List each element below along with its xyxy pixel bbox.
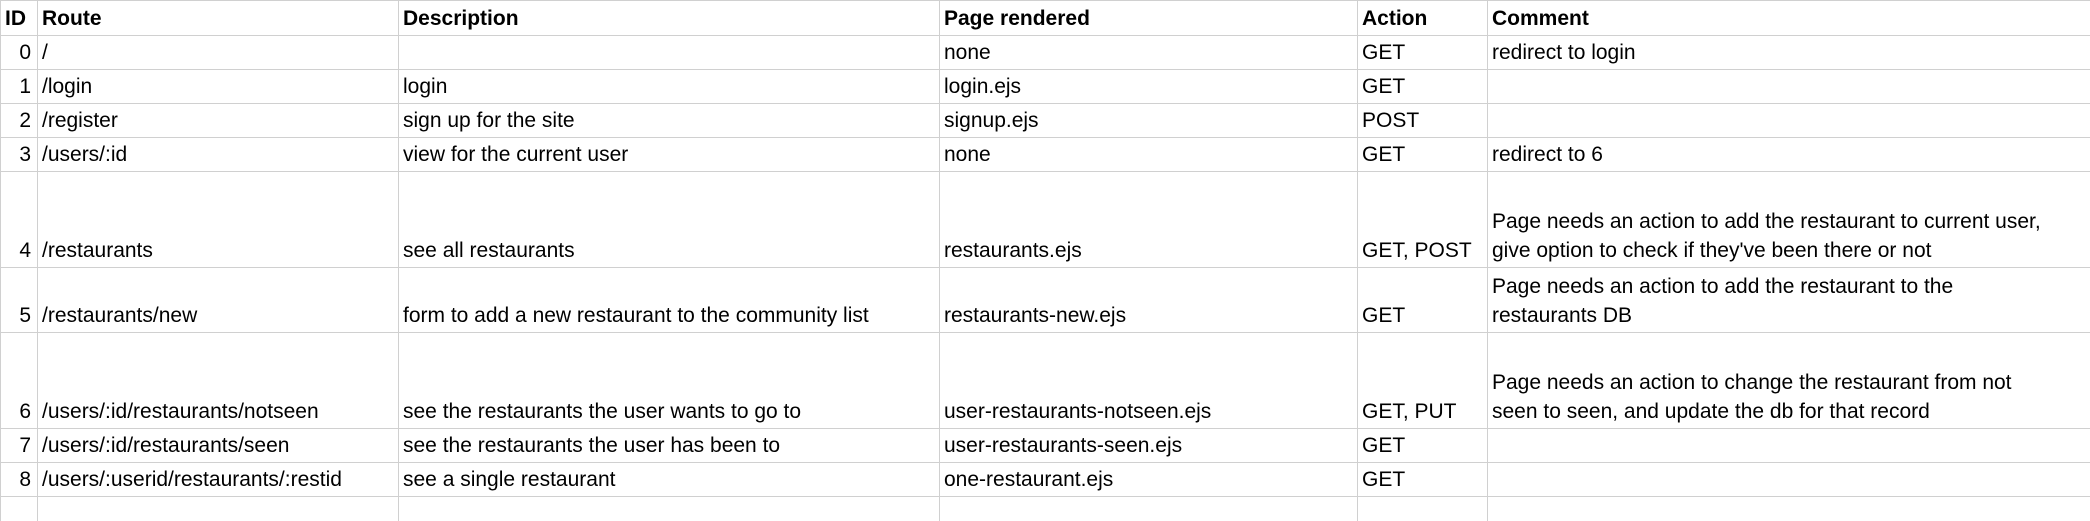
cell-comment[interactable]: Page needs an action to add the restaura… [1488,268,2090,333]
header-row: ID Route Description Page rendered Actio… [1,1,2090,36]
cell-page-rendered[interactable]: signup.ejs [940,104,1358,138]
cell-comment[interactable] [1488,429,2090,463]
cell-route[interactable]: /login [38,70,399,104]
cell-page-rendered[interactable]: login.ejs [940,70,1358,104]
table-row: 5 /restaurants/new form to add a new res… [1,268,2090,333]
cell-description[interactable]: form to add a new restaurant to the comm… [399,268,940,333]
cell-page-rendered[interactable]: none [940,138,1358,172]
empty-cell[interactable] [940,497,1358,521]
cell-description[interactable]: view for the current user [399,138,940,172]
cell-comment[interactable] [1488,70,2090,104]
cell-id[interactable]: 5 [1,268,38,333]
cell-description[interactable] [399,36,940,70]
comment-line: redirect to 6 [1492,140,2086,169]
cell-id[interactable]: 7 [1,429,38,463]
cell-comment[interactable]: Page needs an action to add the restaura… [1488,172,2090,268]
cell-action[interactable]: GET [1358,268,1488,333]
cell-action[interactable]: GET [1358,36,1488,70]
cell-id[interactable]: 2 [1,104,38,138]
cell-id[interactable]: 8 [1,463,38,497]
table-row: 6 /users/:id/restaurants/notseen see the… [1,333,2090,429]
header-comment[interactable]: Comment [1488,1,2090,36]
cell-action[interactable]: GET, POST [1358,172,1488,268]
cell-route[interactable]: /restaurants/new [38,268,399,333]
empty-cell[interactable] [1488,497,2090,521]
cell-route[interactable]: /register [38,104,399,138]
table-row: 1 /login login login.ejs GET [1,70,2090,104]
cell-page-rendered[interactable]: restaurants-new.ejs [940,268,1358,333]
table-row: 3 /users/:id view for the current user n… [1,138,2090,172]
cell-action[interactable]: POST [1358,104,1488,138]
cell-page-rendered[interactable]: user-restaurants-seen.ejs [940,429,1358,463]
cell-id[interactable]: 0 [1,36,38,70]
table-row: 8 /users/:userid/restaurants/:restid see… [1,463,2090,497]
cell-id[interactable]: 4 [1,172,38,268]
empty-cell[interactable] [1358,497,1488,521]
table-row: 2 /register sign up for the site signup.… [1,104,2090,138]
cell-description[interactable]: see all restaurants [399,172,940,268]
comment-line: restaurants DB [1492,301,2086,330]
table-row: 4 /restaurants see all restaurants resta… [1,172,2090,268]
header-description[interactable]: Description [399,1,940,36]
cell-route[interactable]: /users/:id/restaurants/seen [38,429,399,463]
cell-action[interactable]: GET, PUT [1358,333,1488,429]
cell-comment[interactable]: redirect to 6 [1488,138,2090,172]
table-row: 7 /users/:id/restaurants/seen see the re… [1,429,2090,463]
cell-route[interactable]: / [38,36,399,70]
cell-page-rendered[interactable]: one-restaurant.ejs [940,463,1358,497]
comment-line: redirect to login [1492,38,2086,67]
cell-comment[interactable]: redirect to login [1488,36,2090,70]
cell-description[interactable]: sign up for the site [399,104,940,138]
comment-line: Page needs an action to add the restaura… [1492,272,2086,301]
cell-description[interactable]: see the restaurants the user has been to [399,429,940,463]
cell-description[interactable]: see a single restaurant [399,463,940,497]
comment-line: seen to seen, and update the db for that… [1492,397,2086,426]
header-route[interactable]: Route [38,1,399,36]
routes-table: ID Route Description Page rendered Actio… [0,0,2090,521]
empty-cell[interactable] [38,497,399,521]
header-id[interactable]: ID [1,1,38,36]
cell-page-rendered[interactable]: restaurants.ejs [940,172,1358,268]
cell-action[interactable]: GET [1358,138,1488,172]
cell-page-rendered[interactable]: none [940,36,1358,70]
header-action[interactable]: Action [1358,1,1488,36]
cell-description[interactable]: login [399,70,940,104]
cell-comment[interactable] [1488,463,2090,497]
cell-action[interactable]: GET [1358,429,1488,463]
comment-line: give option to check if they've been the… [1492,236,2086,265]
empty-row [1,497,2090,521]
empty-cell[interactable] [1,497,38,521]
cell-id[interactable]: 6 [1,333,38,429]
empty-cell[interactable] [399,497,940,521]
cell-action[interactable]: GET [1358,70,1488,104]
comment-line: Page needs an action to add the restaura… [1492,207,2086,236]
comment-line: Page needs an action to change the resta… [1492,368,2086,397]
cell-description[interactable]: see the restaurants the user wants to go… [399,333,940,429]
cell-route[interactable]: /users/:id [38,138,399,172]
spreadsheet: ID Route Description Page rendered Actio… [0,0,2090,486]
table-row: 0 / none GET redirect to login [1,36,2090,70]
cell-id[interactable]: 1 [1,70,38,104]
cell-route[interactable]: /users/:id/restaurants/notseen [38,333,399,429]
cell-comment[interactable]: Page needs an action to change the resta… [1488,333,2090,429]
cell-id[interactable]: 3 [1,138,38,172]
cell-route[interactable]: /restaurants [38,172,399,268]
cell-comment[interactable] [1488,104,2090,138]
cell-action[interactable]: GET [1358,463,1488,497]
cell-page-rendered[interactable]: user-restaurants-notseen.ejs [940,333,1358,429]
header-page-rendered[interactable]: Page rendered [940,1,1358,36]
cell-route[interactable]: /users/:userid/restaurants/:restid [38,463,399,497]
